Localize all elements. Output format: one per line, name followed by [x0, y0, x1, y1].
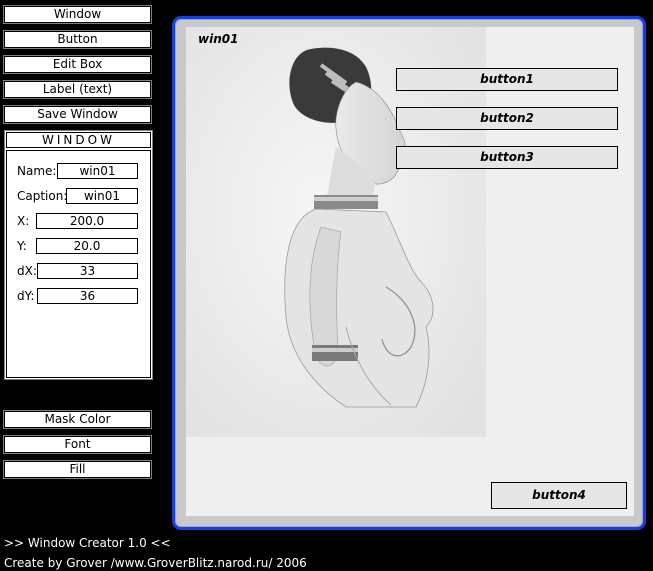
preview-button-1[interactable]: button1	[396, 68, 618, 91]
preview-window-title: win01	[198, 32, 239, 46]
dx-label: dX:	[17, 264, 37, 278]
window-button[interactable]: Window	[3, 5, 152, 24]
credit-text: Create by Grover /www.GroverBlitz.narod.…	[4, 556, 307, 570]
x-label: X:	[17, 214, 30, 228]
name-field[interactable]: win01	[57, 163, 138, 179]
name-label: Name:	[17, 164, 57, 178]
dy-label: dY:	[17, 289, 35, 303]
preview-window-frame[interactable]: win01 button1 button2 button3 button4	[172, 16, 646, 530]
caption-field[interactable]: win01	[66, 188, 138, 204]
edit-box-button[interactable]: Edit Box	[3, 55, 152, 74]
dx-field[interactable]: 33	[37, 263, 138, 279]
y-label: Y:	[17, 239, 27, 253]
app-name-text: >> Window Creator 1.0 <<	[4, 536, 171, 550]
properties-panel: WINDOW Name: win01 Caption: win01 X: 200…	[4, 130, 153, 380]
x-field[interactable]: 200.0	[36, 213, 138, 229]
button-button[interactable]: Button	[3, 30, 152, 49]
font-button[interactable]: Font	[3, 435, 152, 454]
mask-color-button[interactable]: Mask Color	[3, 410, 152, 429]
dy-field[interactable]: 36	[37, 288, 138, 304]
preview-button-3[interactable]: button3	[396, 146, 618, 169]
label-text-button[interactable]: Label (text)	[3, 80, 152, 99]
preview-button-4[interactable]: button4	[491, 482, 627, 509]
preview-window-client: win01 button1 button2 button3 button4	[186, 27, 634, 516]
properties-body: Name: win01 Caption: win01 X: 200.0 Y: 2…	[6, 150, 151, 378]
preview-button-2[interactable]: button2	[396, 107, 618, 130]
save-window-button[interactable]: Save Window	[3, 105, 152, 124]
caption-label: Caption:	[17, 189, 68, 203]
fill-button[interactable]: Fill	[3, 460, 152, 479]
y-field[interactable]: 20.0	[36, 238, 138, 254]
properties-title: WINDOW	[6, 132, 151, 148]
